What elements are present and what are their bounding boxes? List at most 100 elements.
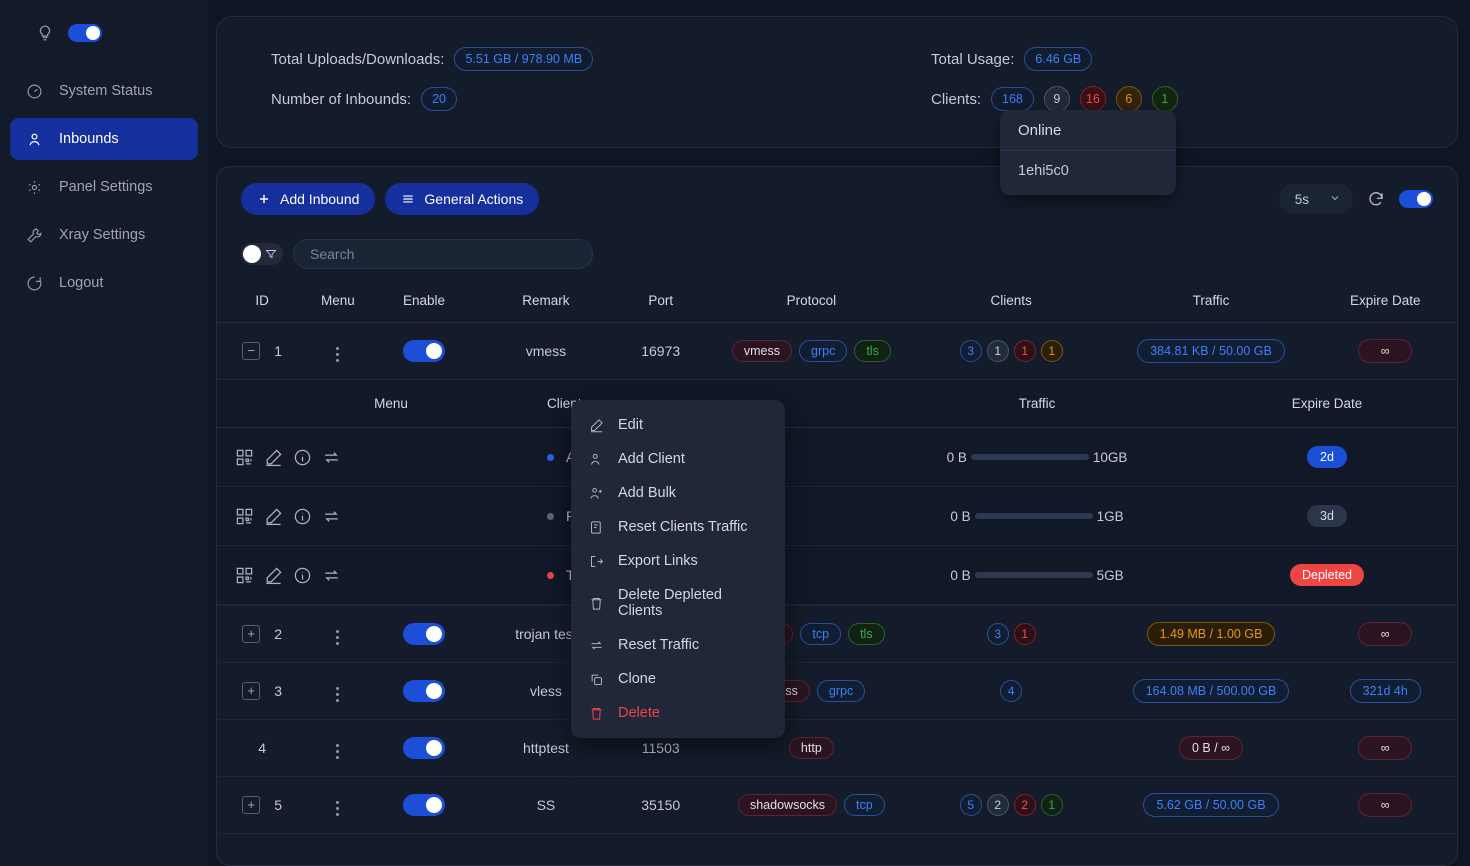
info-icon[interactable]: [293, 566, 312, 585]
clients-badge-online[interactable]: 1: [1152, 86, 1178, 112]
sidebar-item-xray-settings[interactable]: Xray Settings: [10, 214, 198, 256]
chevron-down-icon: [1329, 192, 1341, 207]
refresh-icon[interactable]: [1367, 190, 1385, 208]
row-expander-collapse[interactable]: −: [242, 342, 260, 360]
table-row[interactable]: + 2 trojan test 45623: [217, 606, 1457, 663]
client-count-inactive[interactable]: 1: [987, 340, 1009, 362]
table-row[interactable]: 4 httptest 11503 http: [217, 720, 1457, 777]
qrcode-icon[interactable]: [235, 566, 254, 585]
context-menu-item-delete-depleted-clients[interactable]: Delete Depleted Clients: [571, 578, 785, 628]
sidebar-item-system-status[interactable]: System Status: [10, 70, 198, 112]
network-tag: grpc: [799, 340, 847, 362]
column-header-remark[interactable]: Remark: [479, 283, 612, 323]
table-row[interactable]: − 1 vmess 16973: [217, 323, 1457, 380]
qrcode-icon[interactable]: [235, 448, 254, 467]
add-inbound-button[interactable]: Add Inbound: [241, 183, 375, 215]
search-input[interactable]: [293, 239, 593, 269]
row-id-cell: + 3: [217, 663, 307, 720]
row-expire-badge: ∞: [1358, 793, 1412, 817]
edit-icon[interactable]: [264, 566, 283, 585]
column-header-id[interactable]: ID: [217, 283, 307, 323]
theme-toggle[interactable]: [68, 24, 102, 42]
client-count-total[interactable]: 3: [987, 623, 1009, 645]
client-count-total[interactable]: 3: [960, 340, 982, 362]
row-enable-toggle[interactable]: [403, 623, 445, 645]
clients-badge-depleted[interactable]: 16: [1080, 86, 1106, 112]
refresh-interval-select[interactable]: 5s: [1279, 184, 1353, 214]
hamburger-icon: [401, 192, 415, 206]
info-icon[interactable]: [293, 507, 312, 526]
context-menu-item-clone[interactable]: Clone: [571, 662, 785, 696]
client-count-inactive[interactable]: 2: [987, 794, 1009, 816]
filter-toggle[interactable]: [241, 243, 283, 265]
general-actions-button[interactable]: General Actions: [385, 183, 539, 215]
edit-icon[interactable]: [264, 448, 283, 467]
context-menu-item-reset-clients-traffic[interactable]: Reset Clients Traffic: [571, 510, 785, 544]
row-menu-icon[interactable]: [332, 683, 343, 706]
client-row[interactable]: Ali 0 B 10GB 2d: [217, 428, 1457, 487]
table-row[interactable]: + 5 SS 35150: [217, 777, 1457, 834]
client-row[interactable]: Tehran 0 B 5GB Depleted: [217, 546, 1457, 605]
filter-icon: [261, 248, 277, 260]
reset-icon[interactable]: [322, 566, 341, 585]
plus-icon: [257, 192, 271, 206]
row-enable-toggle[interactable]: [403, 737, 445, 759]
client-count-depleted[interactable]: 1: [1014, 623, 1036, 645]
info-icon[interactable]: [293, 448, 312, 467]
context-menu-label: Export Links: [618, 553, 698, 569]
row-enable-toggle[interactable]: [403, 794, 445, 816]
client-traffic-bar: [971, 454, 1089, 460]
column-header-expire[interactable]: Expire Date: [1313, 283, 1457, 323]
context-menu-item-delete[interactable]: Delete: [571, 696, 785, 730]
context-menu-item-edit[interactable]: Edit: [571, 408, 785, 442]
client-traffic-used: 0 B: [950, 509, 970, 524]
edit-icon[interactable]: [264, 507, 283, 526]
table-row[interactable]: + 3 vless 22966: [217, 663, 1457, 720]
row-id: 2: [274, 626, 282, 642]
auto-refresh-toggle[interactable]: [1399, 190, 1433, 208]
row-enable-toggle[interactable]: [403, 680, 445, 702]
client-count-depleted[interactable]: 1: [1014, 340, 1036, 362]
row-menu-icon[interactable]: [332, 626, 343, 649]
column-header-port[interactable]: Port: [613, 283, 709, 323]
add-inbound-label: Add Inbound: [280, 191, 359, 207]
context-menu-item-add-client[interactable]: Add Client: [571, 442, 785, 476]
reset-clients-icon: [589, 520, 604, 535]
refresh-controls: 5s: [1279, 184, 1433, 214]
row-traffic-badge: 1.49 MB / 1.00 GB: [1147, 622, 1276, 646]
reset-icon[interactable]: [322, 448, 341, 467]
client-count-total[interactable]: 5: [960, 794, 982, 816]
context-menu-item-add-bulk[interactable]: Add Bulk: [571, 476, 785, 510]
row-enable-toggle[interactable]: [403, 340, 445, 362]
copy-icon: [589, 672, 604, 687]
search-bar: [217, 231, 1457, 283]
sidebar-item-logout[interactable]: Logout: [10, 262, 198, 304]
client-row[interactable]: Reza 0 B 1GB 3d: [217, 487, 1457, 546]
row-menu-icon[interactable]: [332, 740, 343, 763]
row-menu-icon[interactable]: [332, 343, 343, 366]
row-menu-cell: [307, 323, 368, 380]
row-expander-expand[interactable]: +: [242, 625, 260, 643]
sidebar-item-panel-settings[interactable]: Panel Settings: [10, 166, 198, 208]
expanded-row: Menu Client Traffic Expire Date: [217, 380, 1457, 606]
row-menu-icon[interactable]: [332, 797, 343, 820]
row-expander-expand[interactable]: +: [242, 796, 260, 814]
client-count-expiring[interactable]: 1: [1041, 340, 1063, 362]
clients-badge-inactive[interactable]: 9: [1044, 86, 1070, 112]
clients-badge-expiring[interactable]: 6: [1116, 86, 1142, 112]
client-count-online[interactable]: 1: [1041, 794, 1063, 816]
client-count-total[interactable]: 4: [1000, 680, 1022, 702]
client-expire-badge: 3d: [1307, 505, 1347, 527]
context-menu-item-export-links[interactable]: Export Links: [571, 544, 785, 578]
sidebar-item-inbounds[interactable]: Inbounds: [10, 118, 198, 160]
row-expire-cell: ∞: [1313, 606, 1457, 663]
context-menu-item-reset-traffic[interactable]: Reset Traffic: [571, 628, 785, 662]
column-header-traffic[interactable]: Traffic: [1109, 283, 1314, 323]
context-menu-label: Reset Traffic: [618, 637, 699, 653]
row-expander-expand[interactable]: +: [242, 682, 260, 700]
client-count-depleted[interactable]: 2: [1014, 794, 1036, 816]
qrcode-icon[interactable]: [235, 507, 254, 526]
reset-icon[interactable]: [322, 507, 341, 526]
sidebar-item-label: Logout: [59, 275, 103, 291]
clients-total-badge[interactable]: 168: [991, 87, 1034, 111]
